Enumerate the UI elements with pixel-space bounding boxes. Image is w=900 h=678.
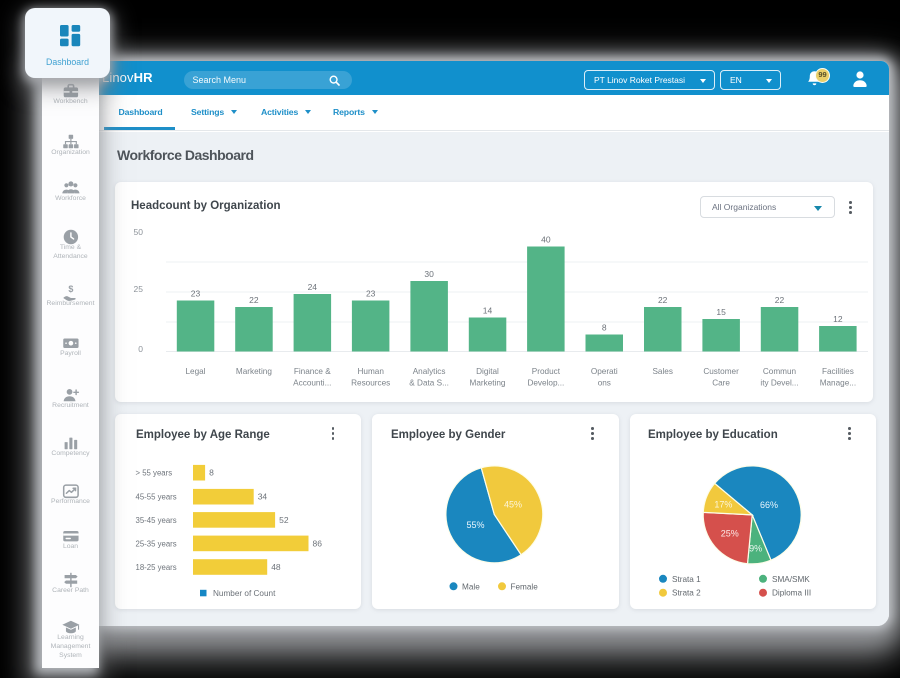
svg-text:& Data S...: & Data S...: [409, 379, 449, 388]
svg-text:Digital: Digital: [476, 367, 499, 376]
svg-text:Diploma III: Diploma III: [772, 589, 811, 598]
svg-text:$: $: [68, 284, 73, 294]
svg-text:18-25 years: 18-25 years: [136, 563, 177, 572]
svg-text:40: 40: [541, 235, 551, 245]
svg-text:Marketing: Marketing: [470, 379, 506, 388]
svg-text:0: 0: [138, 344, 143, 354]
svg-text:17%: 17%: [714, 500, 732, 510]
svg-text:45%: 45%: [504, 500, 522, 510]
svg-text:23: 23: [366, 289, 376, 299]
svg-text:Legal: Legal: [185, 367, 205, 376]
svg-text:66%: 66%: [760, 500, 778, 510]
svg-text:8: 8: [602, 323, 607, 333]
svg-text:Product: Product: [532, 367, 561, 376]
svg-text:25%: 25%: [721, 528, 739, 538]
svg-text:Facilities: Facilities: [822, 367, 854, 376]
svg-text:35-45 years: 35-45 years: [136, 516, 177, 525]
svg-text:SMA/SMK: SMA/SMK: [772, 575, 810, 584]
svg-text:Number of Count: Number of Count: [213, 589, 276, 598]
svg-text:Commun: Commun: [763, 367, 797, 376]
svg-text:Accounti...: Accounti...: [293, 379, 331, 388]
svg-text:23: 23: [191, 289, 201, 299]
svg-text:Female: Female: [511, 582, 539, 591]
svg-text:Male: Male: [462, 582, 480, 591]
svg-text:Care: Care: [712, 379, 730, 388]
svg-text:Develop...: Develop...: [527, 379, 564, 388]
svg-text:Manage...: Manage...: [820, 379, 856, 388]
svg-text:ity Devel...: ity Devel...: [760, 379, 798, 388]
svg-text:30: 30: [424, 269, 434, 279]
svg-text:Marketing: Marketing: [236, 367, 272, 376]
svg-text:8: 8: [209, 468, 214, 478]
svg-text:Sales: Sales: [652, 367, 672, 376]
svg-text:25-35 years: 25-35 years: [136, 539, 177, 548]
svg-text:52: 52: [279, 515, 289, 525]
svg-text:> 55 years: > 55 years: [136, 469, 173, 478]
svg-text:25: 25: [134, 284, 144, 294]
svg-text:Customer: Customer: [703, 367, 739, 376]
svg-text:86: 86: [313, 538, 323, 548]
svg-text:24: 24: [308, 282, 318, 292]
svg-text:ons: ons: [598, 379, 611, 388]
svg-text:Finance &: Finance &: [294, 367, 331, 376]
svg-text:45-55 years: 45-55 years: [136, 493, 177, 502]
svg-text:15: 15: [716, 307, 726, 317]
svg-text:48: 48: [271, 562, 281, 572]
svg-text:34: 34: [258, 492, 268, 502]
svg-text:Strata 2: Strata 2: [672, 589, 701, 598]
svg-text:Strata 1: Strata 1: [672, 575, 701, 584]
svg-text:50: 50: [134, 227, 144, 237]
svg-text:22: 22: [249, 295, 259, 305]
svg-text:22: 22: [775, 295, 785, 305]
svg-text:55%: 55%: [466, 520, 484, 530]
svg-text:Human: Human: [357, 367, 384, 376]
svg-text:9%: 9%: [749, 543, 762, 553]
svg-text:Operati: Operati: [591, 367, 618, 376]
svg-text:12: 12: [833, 314, 843, 324]
svg-text:22: 22: [658, 295, 668, 305]
svg-text:Analytics: Analytics: [413, 367, 446, 376]
svg-text:14: 14: [483, 306, 493, 316]
svg-text:Resources: Resources: [351, 379, 390, 388]
